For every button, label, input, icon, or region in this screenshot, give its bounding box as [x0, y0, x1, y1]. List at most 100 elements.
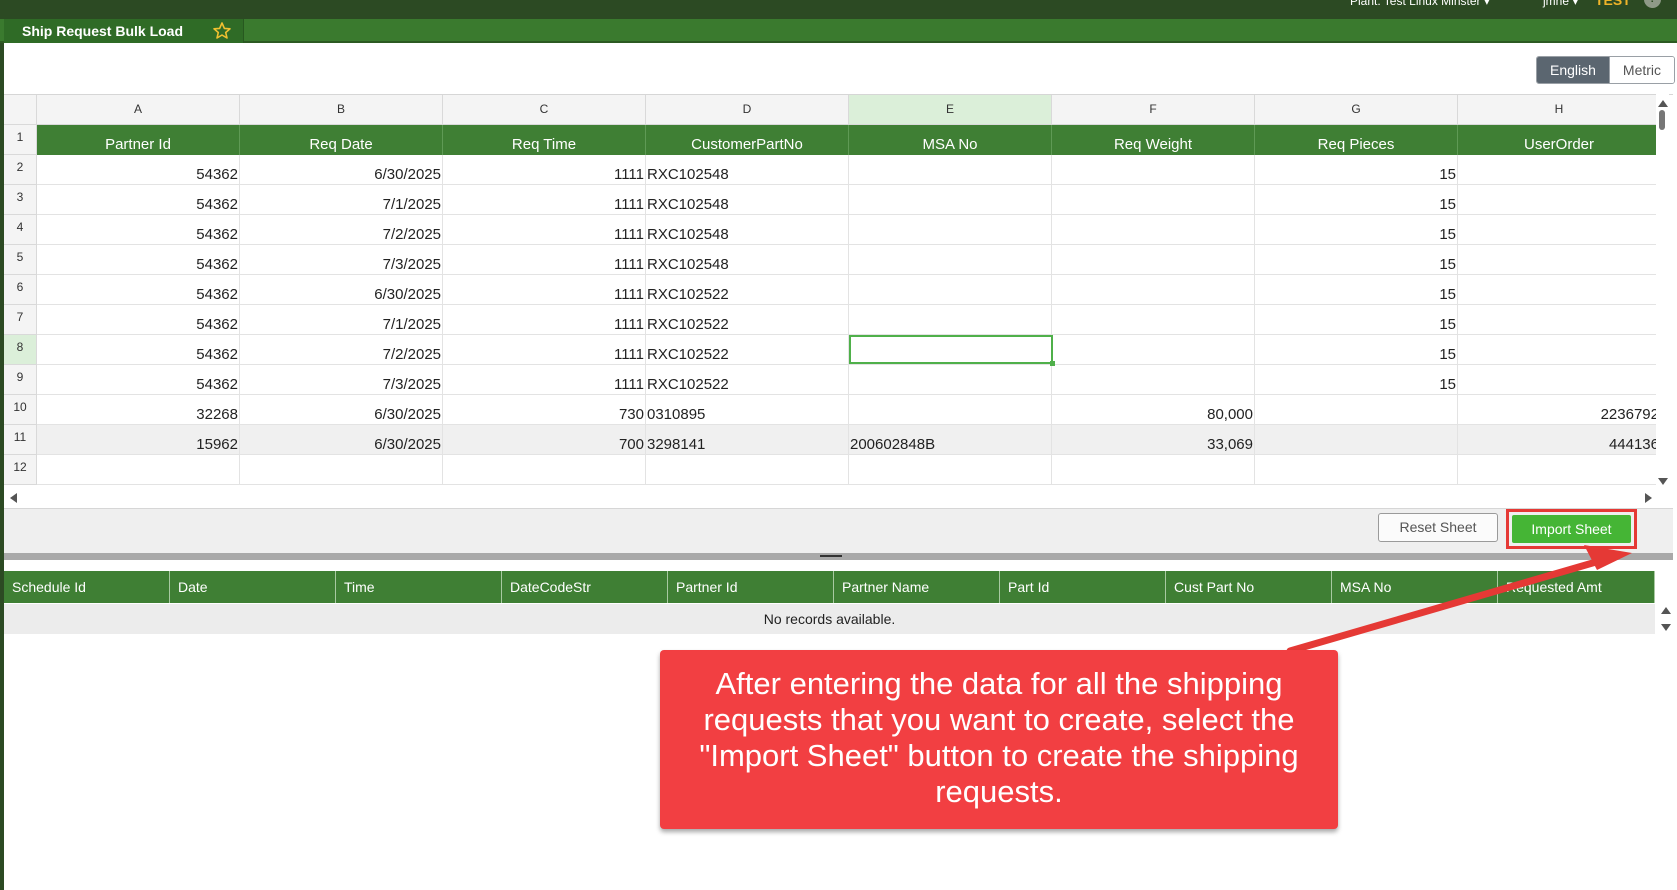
scroll-thumb[interactable] — [1659, 110, 1665, 130]
sheet-cell[interactable]: 730 — [443, 395, 646, 425]
sheet-cell[interactable]: 1111 — [443, 335, 646, 365]
grid-column-requested-amt[interactable]: Requested Amt — [1498, 571, 1655, 603]
sheet-cell[interactable] — [1458, 275, 1661, 305]
sheet-cell[interactable]: 6/30/2025 — [240, 275, 443, 305]
sheet-cell[interactable]: 7/2/2025 — [240, 335, 443, 365]
sheet-cell[interactable]: 7/3/2025 — [240, 245, 443, 275]
row-header-5[interactable]: 5 — [4, 245, 37, 275]
sheet-cell[interactable] — [849, 155, 1052, 185]
sheet-cell[interactable]: 32268 — [37, 395, 240, 425]
column-header-f[interactable]: F — [1052, 95, 1255, 125]
column-header-g[interactable]: G — [1255, 95, 1458, 125]
column-header-b[interactable]: B — [240, 95, 443, 125]
sheet-header-cell[interactable]: MSA No — [849, 125, 1052, 155]
column-header-a[interactable]: A — [37, 95, 240, 125]
sheet-cell[interactable]: 700 — [443, 425, 646, 455]
sheet-cell[interactable] — [37, 455, 240, 485]
sheet-horizontal-scrollbar[interactable] — [4, 491, 1656, 505]
plant-selector[interactable]: Plant: Test Linux Minster ▾ — [1350, 0, 1490, 8]
row-header-8[interactable]: 8 — [4, 335, 37, 365]
scroll-up-icon[interactable] — [1658, 100, 1668, 107]
sheet-cell[interactable]: 15 — [1255, 215, 1458, 245]
sheet-cell[interactable] — [849, 215, 1052, 245]
sheet-cell[interactable]: 54362 — [37, 155, 240, 185]
sheet-cell[interactable] — [849, 245, 1052, 275]
sheet-cell[interactable]: 15 — [1255, 245, 1458, 275]
grid-scroll-down-icon[interactable] — [1661, 624, 1671, 631]
sheet-header-cell[interactable]: UserOrder — [1458, 125, 1661, 155]
sheet-cell[interactable]: 2236792 — [1458, 395, 1661, 425]
grid-column-schedule-id[interactable]: Schedule Id — [4, 571, 170, 603]
pane-splitter[interactable] — [4, 553, 1673, 560]
sheet-header-cell[interactable]: Req Time — [443, 125, 646, 155]
sheet-cell[interactable] — [849, 395, 1052, 425]
column-header-d[interactable]: D — [646, 95, 849, 125]
sheet-cell[interactable]: 54362 — [37, 185, 240, 215]
grid-column-partner-id[interactable]: Partner Id — [668, 571, 834, 603]
column-header-h[interactable]: H — [1458, 95, 1661, 125]
scroll-left-icon[interactable] — [10, 493, 17, 503]
sheet-cell[interactable]: 1111 — [443, 305, 646, 335]
sheet-cell[interactable] — [849, 455, 1052, 485]
sheet-cell[interactable] — [240, 455, 443, 485]
row-header-4[interactable]: 4 — [4, 215, 37, 245]
sheet-cell[interactable] — [1458, 365, 1661, 395]
sheet-cell[interactable] — [1458, 455, 1661, 485]
sheet-cell[interactable] — [1052, 155, 1255, 185]
grid-column-part-id[interactable]: Part Id — [1000, 571, 1166, 603]
row-header-11[interactable]: 11 — [4, 425, 37, 455]
sheet-cell[interactable]: RXC102548 — [646, 185, 849, 215]
sheet-corner[interactable] — [4, 95, 37, 125]
sheet-cell[interactable]: 1111 — [443, 245, 646, 275]
column-header-c[interactable]: C — [443, 95, 646, 125]
sheet-cell[interactable]: 80,000 — [1052, 395, 1255, 425]
sheet-cell[interactable]: 54362 — [37, 215, 240, 245]
sheet-cell[interactable]: 15 — [1255, 155, 1458, 185]
row-header-10[interactable]: 10 — [4, 395, 37, 425]
sheet-cell[interactable]: 0310895 — [646, 395, 849, 425]
scroll-right-icon[interactable] — [1645, 493, 1652, 503]
sheet-cell[interactable] — [1052, 215, 1255, 245]
sheet-cell[interactable]: 7/1/2025 — [240, 305, 443, 335]
sheet-cell[interactable]: 6/30/2025 — [240, 155, 443, 185]
row-header-7[interactable]: 7 — [4, 305, 37, 335]
sheet-cell[interactable]: 444136 — [1458, 425, 1661, 455]
english-button[interactable]: English — [1537, 57, 1609, 83]
metric-button[interactable]: Metric — [1608, 57, 1675, 83]
sheet-cell[interactable]: 7/3/2025 — [240, 365, 443, 395]
row-header-12[interactable]: 12 — [4, 455, 37, 485]
sheet-cell[interactable] — [1052, 185, 1255, 215]
sheet-cell[interactable] — [1255, 425, 1458, 455]
sheet-cell[interactable]: 15 — [1255, 185, 1458, 215]
sheet-cell[interactable] — [849, 275, 1052, 305]
selected-cell[interactable] — [849, 335, 1055, 366]
sheet-cell[interactable] — [1458, 185, 1661, 215]
reset-sheet-button[interactable]: Reset Sheet — [1378, 513, 1498, 542]
tab-ship-request-bulk-load[interactable]: Ship Request Bulk Load — [4, 19, 244, 43]
sheet-header-cell[interactable]: Req Pieces — [1255, 125, 1458, 155]
sheet-cell[interactable] — [1458, 305, 1661, 335]
sheet-cell[interactable]: 54362 — [37, 335, 240, 365]
sheet-cell[interactable] — [849, 185, 1052, 215]
sheet-cell[interactable]: RXC102548 — [646, 155, 849, 185]
row-header-9[interactable]: 9 — [4, 365, 37, 395]
sheet-cell[interactable]: 15 — [1255, 275, 1458, 305]
grid-column-msa-no[interactable]: MSA No — [1332, 571, 1498, 603]
sheet-cell[interactable]: 7/2/2025 — [240, 215, 443, 245]
sheet-cell[interactable]: 1111 — [443, 275, 646, 305]
sheet-cell[interactable]: 3298141 — [646, 425, 849, 455]
sheet-cell[interactable] — [1052, 245, 1255, 275]
column-header-e[interactable]: E — [849, 95, 1052, 125]
fill-handle[interactable] — [1050, 361, 1055, 366]
sheet-cell[interactable]: 6/30/2025 — [240, 425, 443, 455]
sheet-cell[interactable]: RXC102522 — [646, 365, 849, 395]
sheet-cell[interactable]: RXC102548 — [646, 245, 849, 275]
sheet-cell[interactable]: 1111 — [443, 185, 646, 215]
sheet-cell[interactable] — [1458, 155, 1661, 185]
sheet-cell[interactable] — [1255, 395, 1458, 425]
sheet-cell[interactable] — [1052, 305, 1255, 335]
grid-column-datecodestr[interactable]: DateCodeStr — [502, 571, 668, 603]
sheet-header-cell[interactable]: CustomerPartNo — [646, 125, 849, 155]
row-header-2[interactable]: 2 — [4, 155, 37, 185]
sheet-cell[interactable]: RXC102522 — [646, 305, 849, 335]
